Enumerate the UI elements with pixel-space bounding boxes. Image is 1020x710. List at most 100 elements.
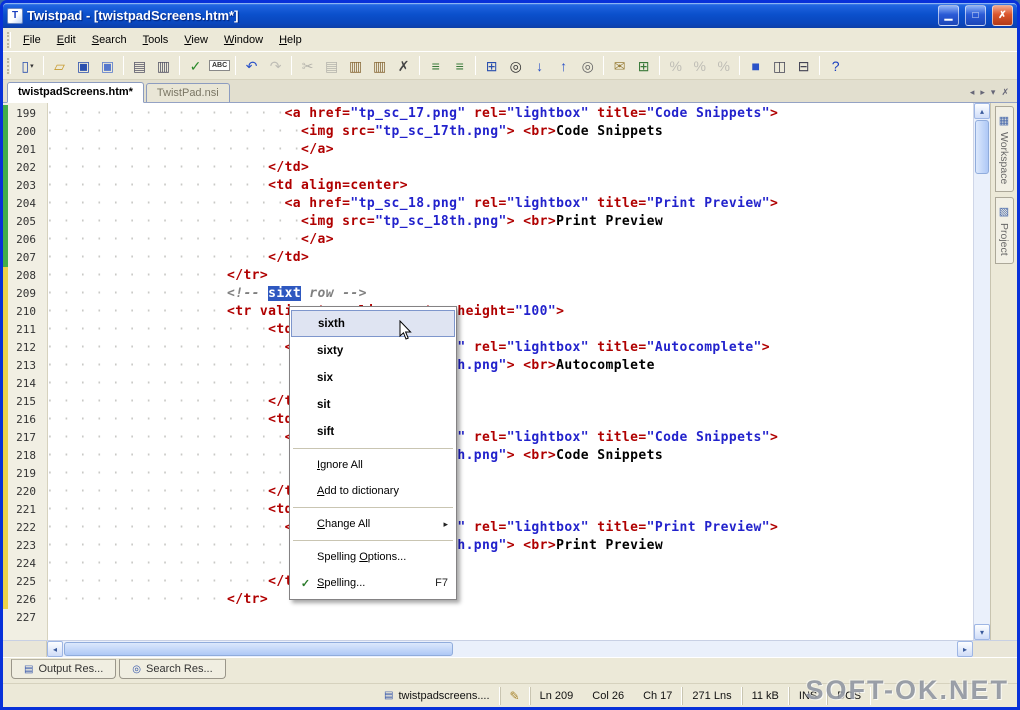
bottom-tab-search-res[interactable]: ◎ Search Res... bbox=[119, 659, 226, 679]
menu-window[interactable]: Window bbox=[216, 31, 271, 49]
find-in-files-button[interactable]: ◎ bbox=[576, 54, 599, 77]
code-text[interactable]: · · · · · · · · · · · · · ·</td> bbox=[41, 249, 309, 267]
split-view-button[interactable]: ◫ bbox=[768, 54, 791, 77]
code-text[interactable]: · · · · · · · · · · · · · · · ·</a> bbox=[41, 141, 334, 159]
tab-twistpadscreens-htm[interactable]: twistpadScreens.htm* bbox=[7, 82, 144, 103]
line-number: 222 bbox=[16, 521, 36, 534]
tab-list-button[interactable]: ▾ bbox=[991, 87, 996, 98]
scroll-left-button[interactable]: ◂ bbox=[47, 641, 63, 657]
copy-button[interactable]: ▤ bbox=[320, 54, 343, 77]
code-text[interactable]: · · · · · · · · · · · · · ·</td> bbox=[41, 573, 309, 591]
syntax-check-button[interactable]: ABC bbox=[208, 54, 231, 77]
code-text[interactable]: · · · · · · · · · · · · · ·</td> bbox=[41, 483, 309, 501]
side-tab-project[interactable]: ▧ Project bbox=[994, 197, 1014, 265]
scroll-down-button[interactable]: ▾ bbox=[974, 624, 990, 640]
find-next-button[interactable]: ↓ bbox=[528, 54, 551, 77]
full-screen-button[interactable]: ■ bbox=[744, 54, 767, 77]
redo-button[interactable]: ↷ bbox=[264, 54, 287, 77]
maximize-button[interactable]: □ bbox=[965, 5, 986, 26]
goto-line-button[interactable]: ⊞ bbox=[480, 54, 503, 77]
save-button[interactable]: ▣ bbox=[72, 54, 95, 77]
menu-tools[interactable]: Tools bbox=[135, 31, 177, 49]
horizontal-scroll-thumb[interactable] bbox=[64, 642, 453, 656]
status-file: ▤ twistpadscreens.... bbox=[375, 686, 500, 705]
send-mail-button[interactable]: ✉ bbox=[608, 54, 631, 77]
window-layout-button[interactable]: ⊟ bbox=[792, 54, 815, 77]
save-all-button[interactable]: ▣ bbox=[96, 54, 119, 77]
submenu-arrow-icon: ▸ bbox=[443, 518, 448, 529]
context-menu-item-sit[interactable]: sit bbox=[291, 391, 455, 418]
context-menu-item-change-all[interactable]: Change All ▸ bbox=[291, 511, 455, 537]
context-menu-item-sixty[interactable]: sixty bbox=[291, 337, 455, 364]
open-file-button[interactable]: ▱ bbox=[48, 54, 71, 77]
insert-file-button[interactable]: ⊞ bbox=[632, 54, 655, 77]
context-menu-item-sixth[interactable]: sixth bbox=[291, 310, 455, 337]
scroll-tabs-right-button[interactable]: ▸ bbox=[980, 87, 985, 98]
code-segment: > bbox=[506, 448, 515, 463]
vertical-scroll-thumb[interactable] bbox=[975, 120, 989, 174]
scroll-right-button[interactable]: ▸ bbox=[957, 641, 973, 657]
macro-record-button[interactable]: % bbox=[664, 54, 687, 77]
menu-file[interactable]: File bbox=[15, 31, 49, 49]
spell-check-button[interactable]: ✓ bbox=[184, 54, 207, 77]
scroll-up-button[interactable]: ▴ bbox=[974, 103, 990, 119]
context-menu-item-sift[interactable]: sift bbox=[291, 418, 455, 445]
cut-button[interactable]: ✂ bbox=[296, 54, 319, 77]
minimize-button[interactable]: ▁ bbox=[938, 5, 959, 26]
menu-help[interactable]: Help bbox=[271, 31, 310, 49]
menu-search[interactable]: Search bbox=[84, 31, 135, 49]
code-text[interactable] bbox=[41, 609, 46, 627]
tab-twistpad-nsi[interactable]: TwistPad.nsi bbox=[145, 83, 230, 102]
code-text[interactable]: · · · · · · · · · · · · · · · ·</a> bbox=[41, 231, 334, 249]
code-editor[interactable]: 199 · · · · · · · · · · · · · · ·<a href=… bbox=[3, 103, 973, 640]
close-button[interactable]: ✗ bbox=[992, 5, 1013, 26]
code-line: 218· · · · · · · · · · · · · · · ·<img s… bbox=[3, 447, 973, 465]
side-tab-workspace[interactable]: ▦ Workspace bbox=[994, 106, 1014, 193]
vertical-scrollbar[interactable]: ▴ ▾ bbox=[973, 103, 990, 640]
code-text[interactable]: · · · · · · · · · · · </tr> bbox=[41, 267, 268, 285]
scroll-tabs-left-button[interactable]: ◂ bbox=[970, 87, 975, 98]
line-number: 225 bbox=[16, 575, 36, 588]
menu-edit[interactable]: Edit bbox=[49, 31, 84, 49]
close-tab-button[interactable]: ✗ bbox=[1001, 87, 1009, 98]
find-previous-button[interactable]: ↑ bbox=[552, 54, 575, 77]
help-button[interactable]: ? bbox=[824, 54, 847, 77]
code-text[interactable]: · · · · · · · · · · · · · ·<td align=cen… bbox=[41, 177, 408, 195]
print-preview-button[interactable]: ▤ bbox=[128, 54, 151, 77]
undo-button[interactable]: ↶ bbox=[240, 54, 263, 77]
code-text[interactable]: · · · · · · · · · · · <!-- sixt row --> bbox=[41, 285, 367, 303]
find-button[interactable]: ◎ bbox=[504, 54, 527, 77]
code-text[interactable]: · · · · · · · · · · · · · ·</td> bbox=[41, 393, 309, 411]
context-menu-item-ignore-all[interactable]: Ignore All bbox=[291, 452, 455, 478]
context-menu-item-spelling-options[interactable]: Spelling Options... bbox=[291, 544, 455, 570]
paste-special-button[interactable]: ▥ bbox=[368, 54, 391, 77]
horizontal-scrollbar[interactable]: ◂ ▸ bbox=[47, 641, 973, 657]
code-line: 215 · · · · · · · · · · · · · ·</td> bbox=[3, 393, 973, 411]
code-line: 224· · · · · · · · · · · · · · · ·</a> bbox=[3, 555, 973, 573]
print-button[interactable]: ▥ bbox=[152, 54, 175, 77]
context-menu-item-six[interactable]: six bbox=[291, 364, 455, 391]
code-text[interactable]: · · · · · · · · · · · · · · ·<a href="tp… bbox=[41, 105, 778, 123]
code-text[interactable]: · · · · · · · · · · · </tr> bbox=[41, 591, 268, 609]
code-text[interactable]: · · · · · · · · · · · · · · · ·<img src=… bbox=[41, 213, 663, 231]
horizontal-scroll-track[interactable] bbox=[454, 641, 957, 657]
macro-play-button[interactable]: % bbox=[688, 54, 711, 77]
new-file-button[interactable]: ▯ ▾ bbox=[16, 54, 39, 77]
delete-button[interactable]: ✗ bbox=[392, 54, 415, 77]
bottom-tab-output-res[interactable]: ▤ Output Res... bbox=[11, 659, 117, 679]
whitespace-dots: · · · · · · · · · · · · · · · bbox=[46, 340, 285, 355]
toolbar-separator bbox=[739, 56, 741, 75]
title-bar[interactable]: T Twistpad - [twistpadScreens.htm*] ▁ □ … bbox=[3, 3, 1017, 28]
menu-view[interactable]: View bbox=[176, 31, 216, 49]
paste-button[interactable]: ▥ bbox=[344, 54, 367, 77]
code-text[interactable]: · · · · · · · · · · · · · · · ·<img src=… bbox=[41, 123, 663, 141]
menu-bar: File Edit Search Tools View Window Help bbox=[3, 28, 1017, 51]
code-text[interactable]: · · · · · · · · · · · · · · ·<a href="tp… bbox=[41, 195, 778, 213]
context-menu-item-add-to-dictionary[interactable]: Add to dictionary bbox=[291, 478, 455, 504]
decrease-indent-button[interactable]: ≡ bbox=[424, 54, 447, 77]
code-text[interactable]: · · · · · · · · · · · · · ·</td> bbox=[41, 159, 309, 177]
macro-stop-button[interactable]: % bbox=[712, 54, 735, 77]
vertical-scroll-track[interactable] bbox=[974, 175, 990, 624]
increase-indent-button[interactable]: ≡ bbox=[448, 54, 471, 77]
context-menu-item-spelling[interactable]: ✓ Spelling... F7 bbox=[291, 570, 455, 596]
